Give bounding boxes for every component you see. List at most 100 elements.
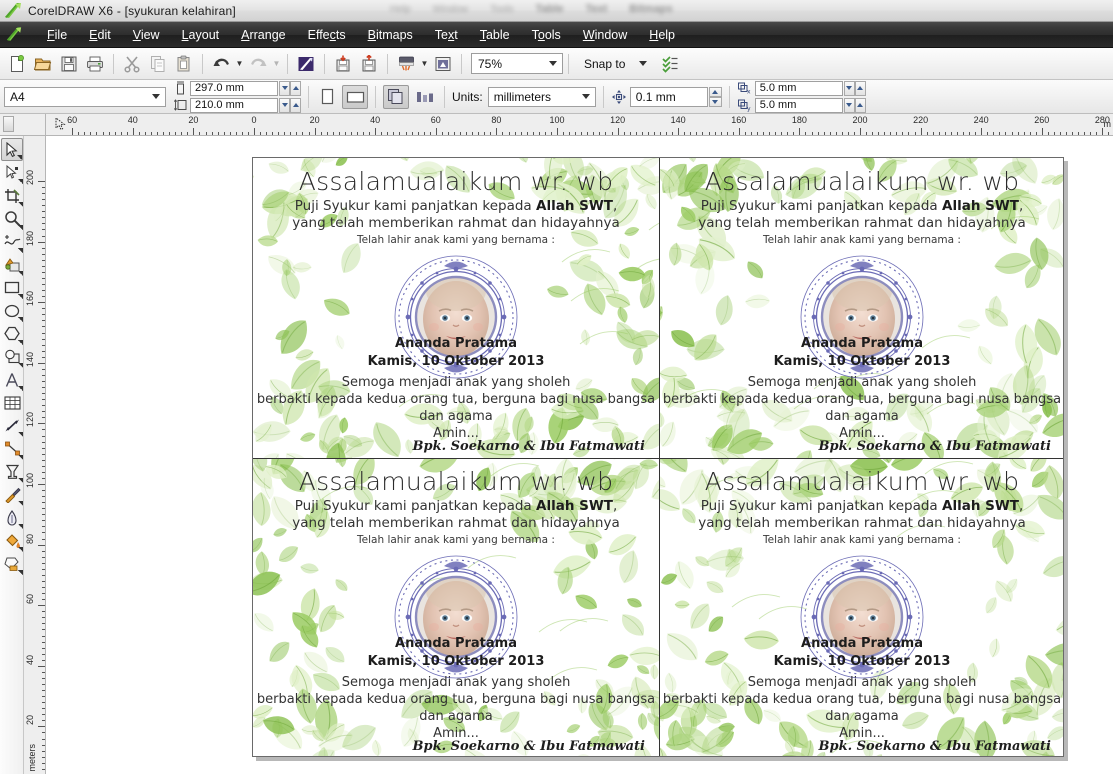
- interactive-fill-tool[interactable]: [1, 552, 23, 575]
- save-document-button[interactable]: [56, 51, 82, 77]
- menu-item-bitmaps[interactable]: Bitmaps: [357, 25, 424, 45]
- chevron-down-icon[interactable]: [549, 61, 557, 66]
- vertical-ruler[interactable]: 20018016014012010080604020 meters: [24, 136, 46, 774]
- new-document-button[interactable]: [4, 51, 30, 77]
- duplicate-x-spinner[interactable]: [844, 81, 866, 96]
- nudge-offset-field[interactable]: 0.1 mm: [630, 87, 708, 107]
- page-width-spinner[interactable]: [279, 81, 301, 96]
- table-tool[interactable]: [1, 391, 23, 414]
- ghost-item: Tools: [490, 4, 513, 15]
- zoom-level-combo[interactable]: 75%: [471, 53, 563, 74]
- chevron-down-icon[interactable]: [152, 94, 160, 99]
- invitation-card-1[interactable]: Assalamualaikum wr. wb Puji Syukur kami …: [253, 158, 659, 458]
- spin-up-button[interactable]: [290, 81, 301, 96]
- menu-item-view[interactable]: View: [122, 25, 171, 45]
- nudge-offset-spinner[interactable]: [709, 87, 722, 107]
- menu-item-tools[interactable]: Tools: [521, 25, 572, 45]
- text-tool[interactable]: [1, 368, 23, 391]
- ruler-minor-tick: [127, 132, 128, 135]
- units-combo[interactable]: millimeters: [488, 87, 596, 107]
- menu-item-file[interactable]: File: [36, 25, 78, 45]
- zoom-tool[interactable]: [1, 207, 23, 230]
- shape-tool[interactable]: [1, 161, 23, 184]
- current-page-only-button[interactable]: [413, 85, 437, 109]
- menu-item-layout[interactable]: Layout: [171, 25, 231, 45]
- open-document-button[interactable]: [30, 51, 56, 77]
- drawing-canvas[interactable]: Assalamualaikum wr. wb Puji Syukur kami …: [46, 136, 1113, 774]
- spin-up-button[interactable]: [290, 98, 301, 113]
- options-button[interactable]: [657, 51, 683, 77]
- polygon-tool[interactable]: [1, 322, 23, 345]
- menu-item-window[interactable]: Window: [572, 25, 638, 45]
- paste-button[interactable]: [171, 51, 197, 77]
- ruler-corner[interactable]: [0, 114, 46, 136]
- invitation-card-3[interactable]: Assalamualaikum wr. wb Puji Syukur kami …: [253, 458, 659, 757]
- search-content-button[interactable]: [293, 51, 319, 77]
- spin-down-button[interactable]: [279, 98, 290, 113]
- spin-up-button[interactable]: [855, 98, 866, 113]
- spin-down-button[interactable]: [844, 98, 855, 113]
- freehand-tool[interactable]: [1, 230, 23, 253]
- portrait-orientation-button[interactable]: [316, 86, 338, 108]
- print-button[interactable]: [82, 51, 108, 77]
- undo-dropdown-caret-icon[interactable]: ▼: [234, 51, 245, 77]
- horizontal-ruler[interactable]: 6040200204060801001201401601802002202402…: [46, 114, 1113, 136]
- page-preset-combo[interactable]: A4: [4, 87, 166, 107]
- flyout-arrow-icon[interactable]: [17, 155, 22, 160]
- spin-down-button[interactable]: [279, 81, 290, 96]
- spin-down-button[interactable]: [844, 81, 855, 96]
- dimension-tool[interactable]: [1, 414, 23, 437]
- color-eyedropper-tool[interactable]: [1, 483, 23, 506]
- landscape-orientation-button[interactable]: [342, 85, 368, 109]
- card-line-1: Puji Syukur kami panjatkan kepada Allah …: [659, 498, 1064, 514]
- invitation-card-2[interactable]: Assalamualaikum wr. wb Puji Syukur kami …: [659, 158, 1064, 458]
- pdf-dropdown-caret-icon[interactable]: ▼: [419, 51, 430, 77]
- pick-tool[interactable]: [1, 138, 23, 161]
- publish-pdf-button[interactable]: [393, 51, 419, 77]
- smart-fill-tool[interactable]: [1, 253, 23, 276]
- outline-tool[interactable]: [1, 506, 23, 529]
- connector-tool[interactable]: [1, 437, 23, 460]
- svg-text:x: x: [747, 89, 751, 96]
- rectangle-tool[interactable]: [1, 276, 23, 299]
- all-pages-button[interactable]: [383, 85, 409, 109]
- application-launcher-button[interactable]: [430, 51, 456, 77]
- copy-button[interactable]: [145, 51, 171, 77]
- cut-button[interactable]: [119, 51, 145, 77]
- fill-tool[interactable]: [1, 529, 23, 552]
- ruler-minor-tick: [230, 132, 231, 135]
- ruler-minor-tick: [490, 132, 491, 135]
- menu-item-edit[interactable]: Edit: [78, 25, 122, 45]
- import-button[interactable]: [330, 51, 356, 77]
- spin-down-button[interactable]: [709, 97, 722, 107]
- duplicate-distance-x-field[interactable]: 5.0 mm: [755, 81, 843, 96]
- menu-item-effects[interactable]: Effects: [297, 25, 357, 45]
- duplicate-distance-y-field[interactable]: 5.0 mm: [755, 98, 843, 113]
- page-width-field[interactable]: 297.0 mm: [190, 81, 278, 96]
- ruler-minor-tick: [42, 205, 45, 206]
- menu-item-arrange[interactable]: Arrange: [230, 25, 296, 45]
- menu-item-help[interactable]: Help: [638, 25, 686, 45]
- page-height-field[interactable]: 210.0 mm: [190, 98, 278, 113]
- ellipse-tool[interactable]: [1, 299, 23, 322]
- duplicate-y-spinner[interactable]: [844, 98, 866, 113]
- flyout-arrow-icon[interactable]: [18, 570, 23, 575]
- menu-item-text[interactable]: Text: [424, 25, 469, 45]
- menu-item-table[interactable]: Table: [469, 25, 521, 45]
- chevron-down-icon[interactable]: [582, 94, 590, 99]
- page-height-spinner[interactable]: [279, 98, 301, 113]
- spin-up-button[interactable]: [709, 87, 722, 97]
- snap-to-label[interactable]: Snap to: [584, 57, 625, 71]
- basic-shapes-tool[interactable]: [1, 345, 23, 368]
- redo-dropdown-caret-icon[interactable]: ▼: [271, 51, 282, 77]
- undo-button[interactable]: [208, 51, 234, 77]
- spin-up-button[interactable]: [855, 81, 866, 96]
- snap-to-chevron-down-icon[interactable]: [639, 61, 647, 66]
- crop-tool[interactable]: [1, 184, 23, 207]
- export-button[interactable]: [356, 51, 382, 77]
- redo-button[interactable]: [245, 51, 271, 77]
- invitation-card-4[interactable]: Assalamualaikum wr. wb Puji Syukur kami …: [659, 458, 1064, 757]
- document-page[interactable]: Assalamualaikum wr. wb Puji Syukur kami …: [252, 157, 1064, 757]
- ruler-origin-handle[interactable]: [3, 116, 14, 132]
- blend-tool[interactable]: [1, 460, 23, 483]
